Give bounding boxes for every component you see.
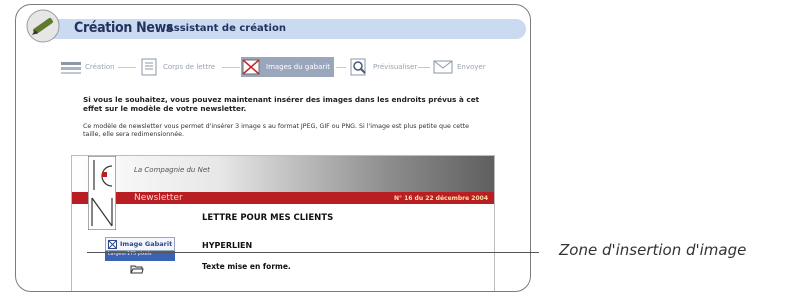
image-gabarit-button[interactable]: Image Gabarit	[105, 237, 175, 251]
callout-line	[87, 252, 539, 253]
step-envoyer[interactable]: Envoyer	[432, 57, 486, 77]
envelope-icon	[433, 60, 453, 74]
company-name: La Compagnie du Net	[134, 166, 210, 174]
step-corps-de-lettre[interactable]: Corps de lettre	[138, 57, 215, 77]
image-button-label: Image Gabarit	[120, 240, 173, 248]
step-creation[interactable]: Création	[60, 57, 115, 77]
pen-app-icon	[26, 9, 60, 43]
assistant-window: Création News Assistant de création Créa…	[15, 4, 531, 292]
intro-text: Si vous le souhaitez, vous pouvez mainte…	[83, 95, 480, 113]
step-label: Images du gabarit	[266, 63, 330, 71]
step-separator	[222, 67, 240, 68]
magnifier-icon	[350, 58, 366, 76]
step-previsualiser[interactable]: Prévisualiser	[348, 57, 417, 77]
newsletter-label: Newsletter	[134, 193, 183, 203]
image-icon	[242, 59, 260, 75]
app-name: Création News	[74, 20, 174, 36]
app-subtitle: Assistant de création	[166, 23, 286, 34]
step-label: Prévisualiser	[373, 63, 418, 71]
image-placeholder-icon	[108, 239, 117, 249]
step-label: Création	[85, 63, 115, 71]
step-separator	[336, 67, 346, 68]
wizard-steps: Création Corps de lettre Images du gabar…	[60, 57, 520, 77]
step-label: Envoyer	[457, 63, 486, 71]
folder-open-icon[interactable]	[130, 263, 144, 275]
body-text: Texte mise en forme.	[202, 262, 291, 271]
step-label: Corps de lettre	[163, 63, 216, 71]
document-icon	[141, 58, 157, 76]
newsletter-preview: La Compagnie du Net Newsletter N° 16 du …	[71, 155, 495, 291]
step-separator	[118, 67, 136, 68]
step-images-du-gabarit[interactable]: Images du gabarit	[241, 57, 334, 77]
company-logo	[88, 156, 116, 230]
step-separator	[418, 67, 430, 68]
app-header: Création News Assistant de création	[16, 5, 530, 47]
hyperlink-text[interactable]: HYPERLIEN	[202, 241, 252, 250]
issue-date: N° 16 du 22 décembre 2004	[394, 195, 488, 202]
callout-label: Zone d'insertion d'image	[559, 241, 747, 259]
creation-icon	[61, 62, 81, 74]
newsletter-banner	[72, 156, 494, 192]
newsletter-title: LETTRE POUR MES CLIENTS	[202, 213, 334, 223]
format-note: Ce modèle de newsletter vous permet d'in…	[83, 123, 469, 138]
